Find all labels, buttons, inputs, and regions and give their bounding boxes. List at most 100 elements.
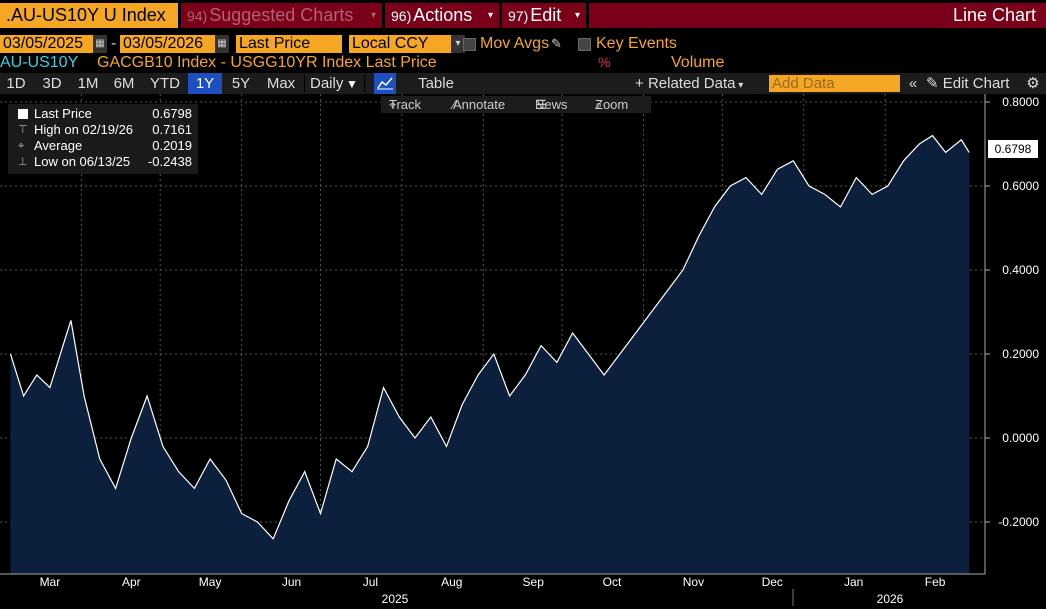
- legend-average-label: Average: [34, 138, 83, 153]
- series-short-name: AU-US10Y: [0, 54, 79, 71]
- period-max[interactable]: Max: [260, 73, 302, 94]
- average-marker-icon: ⌖: [18, 140, 25, 152]
- suggested-charts-button[interactable]: 94) Suggested Charts ▾: [181, 3, 382, 28]
- legend-high-label: High on 02/19/26: [34, 122, 134, 137]
- pencil-icon[interactable]: ✎: [551, 36, 562, 52]
- edit-label: Edit: [530, 5, 562, 25]
- divider: [304, 75, 305, 92]
- calendar-icon[interactable]: ▦: [215, 35, 229, 53]
- suggested-charts-number: 94): [187, 8, 208, 24]
- currency-select[interactable]: Local CCY: [349, 35, 451, 53]
- actions-number: 96): [391, 8, 412, 24]
- low-marker-icon: ⊥: [18, 156, 28, 168]
- frequency-label: Daily: [310, 75, 344, 92]
- related-data-button[interactable]: + Related Data ▾: [635, 73, 755, 94]
- y-tick-label: 0.6000: [1002, 179, 1039, 193]
- x-tick-label: Jun: [282, 575, 301, 589]
- legend-average-value: 0.2019: [152, 138, 192, 153]
- x-axis: Mar Apr May Jun Jul Aug Sep Oct Nov Dec Jan Feb 2025…: [0, 573, 985, 606]
- x-tick-label: Oct: [603, 575, 622, 589]
- chart-tools: ⌖ Track ⁄ Annotate ☰ News ⌕ Zoom: [381, 96, 651, 113]
- period-5y[interactable]: 5Y: [224, 73, 258, 94]
- date-range-dash: -: [111, 35, 117, 52]
- legend-box: Last Price 0.6798 ⊤ High on 02/19/26 0.7161…: [8, 104, 198, 174]
- suggested-charts-label: Suggested Charts: [209, 5, 354, 25]
- legend-high-value: 0.7161: [152, 122, 192, 137]
- period-6m[interactable]: 6M: [106, 73, 142, 94]
- chevron-down-icon: ▾: [735, 80, 744, 91]
- legend-last-label: Last Price: [34, 106, 92, 121]
- period-1d[interactable]: 1D: [0, 73, 32, 94]
- gear-icon[interactable]: ⚙: [1022, 73, 1044, 94]
- add-data-placeholder: Add Data: [772, 75, 835, 92]
- high-marker-icon: ⊤: [18, 124, 28, 136]
- edit-chart-button[interactable]: ✎ Edit Chart: [926, 73, 1021, 94]
- last-price-tag: 0.6798: [988, 140, 1038, 158]
- x-tick-label: Mar: [40, 575, 61, 589]
- legend-last-value: 0.6798: [152, 106, 192, 121]
- key-events-checkbox[interactable]: [578, 38, 591, 51]
- x-tick-label: Jul: [363, 575, 378, 589]
- x-tick-label: Dec: [762, 575, 783, 589]
- ticker-field[interactable]: .AU-US10Y U Index: [0, 3, 178, 28]
- field-select[interactable]: Last Price: [236, 35, 342, 53]
- period-3d[interactable]: 3D: [34, 73, 70, 94]
- legend-low-value: -0.2438: [147, 154, 192, 169]
- y-tick-label: -0.2000: [998, 515, 1039, 529]
- zoom-label: Zoom: [595, 97, 629, 112]
- last-price-swatch: [18, 109, 28, 119]
- edit-number: 97): [508, 8, 529, 24]
- ticker-label: .AU-US10Y U Index: [6, 5, 166, 25]
- annotate-label: Annotate: [453, 97, 506, 112]
- x-tick-label: Aug: [441, 575, 462, 589]
- table-button[interactable]: Table: [410, 73, 462, 94]
- area-fill: [10, 135, 970, 574]
- period-1m[interactable]: 1M: [72, 73, 104, 94]
- news-label: News: [535, 97, 568, 112]
- calendar-icon[interactable]: ▦: [93, 35, 107, 53]
- y-tick-label: 0.0000: [1002, 431, 1039, 445]
- line-chart-icon[interactable]: [374, 73, 396, 94]
- legend-low-label: Low on 06/13/25: [34, 154, 131, 169]
- period-ytd[interactable]: YTD: [144, 73, 186, 94]
- chart-type-label: Line Chart: [952, 5, 1036, 25]
- start-date-field[interactable]: 03/05/2025: [0, 35, 93, 53]
- y-tick-label: 0.8000: [1002, 95, 1039, 109]
- y-tick-label: 0.4000: [1002, 263, 1039, 277]
- edit-chart-label: Edit Chart: [942, 75, 1010, 92]
- series-description: GACGB10 Index - USGG10YR Index Last Pric…: [97, 54, 437, 71]
- x-tick-label: Apr: [122, 575, 141, 589]
- collapse-icon[interactable]: «: [903, 73, 923, 94]
- chevron-down-icon: ▾: [370, 10, 376, 21]
- y-tick-label: 0.2000: [1002, 347, 1039, 361]
- x-tick-label: Feb: [925, 575, 946, 589]
- actions-button[interactable]: 96) Actions ▾: [385, 3, 499, 28]
- year-label: 2026: [877, 592, 904, 606]
- mov-avgs-checkbox[interactable]: [463, 38, 476, 51]
- edit-button[interactable]: 97) Edit ▾: [502, 3, 586, 28]
- x-tick-label: Jan: [844, 575, 863, 589]
- chevron-down-icon: ▾: [487, 10, 493, 21]
- volume-label[interactable]: Volume: [671, 54, 724, 72]
- divider: [364, 75, 365, 92]
- mov-avgs-label: Mov Avgs: [480, 35, 550, 52]
- plus-icon: +: [635, 75, 648, 92]
- y-axis: 0.8000 0.6000 0.4000 0.2000 0.0000 -0.2000: [984, 94, 1039, 574]
- percent-icon[interactable]: %: [598, 54, 610, 70]
- title-bar: .AU-US10Y U Index 94) Suggested Charts ▾ 9…: [0, 0, 1046, 30]
- x-tick-label: Sep: [523, 575, 545, 589]
- period-1y[interactable]: 1Y: [188, 73, 222, 94]
- chevron-down-icon: ▼: [346, 77, 358, 91]
- add-data-input[interactable]: Add Data: [769, 75, 900, 92]
- related-data-label: Related Data: [647, 75, 736, 92]
- pencil-icon: ✎: [926, 75, 943, 92]
- x-tick-label: Nov: [683, 575, 704, 589]
- end-date-field[interactable]: 03/05/2026: [120, 35, 215, 53]
- actions-label: Actions: [413, 5, 473, 25]
- track-label: Track: [389, 97, 422, 112]
- chevron-down-icon: ▾: [574, 10, 580, 21]
- period-bar: 1D 3D 1M 6M YTD 1Y 5Y Max Daily ▼ Table …: [0, 73, 1046, 94]
- key-events-label: Key Events: [596, 35, 677, 52]
- x-tick-label: May: [199, 575, 222, 589]
- year-label: 2025: [382, 592, 409, 606]
